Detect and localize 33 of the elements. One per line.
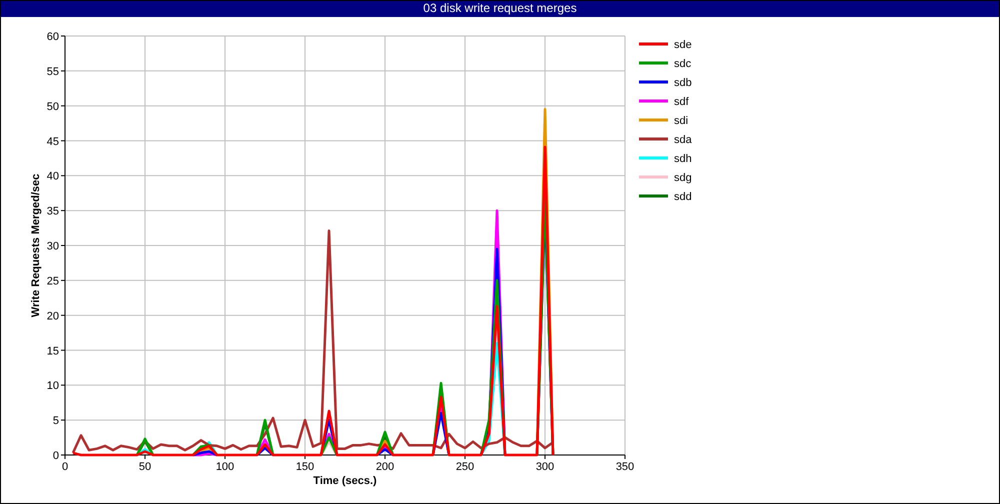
legend-label: sdg xyxy=(674,172,692,184)
axis-title: Time (secs.) xyxy=(313,475,377,487)
legend-label: sdd xyxy=(674,191,692,203)
tick-label: 40 xyxy=(46,170,59,183)
tick-label: 300 xyxy=(536,461,554,473)
tick-label: 60 xyxy=(46,31,59,43)
tick-label: 250 xyxy=(456,461,474,473)
tick-label: 350 xyxy=(616,461,634,473)
legend-label: sdh xyxy=(674,153,692,165)
legend-label: sdb xyxy=(674,77,692,89)
legend-label: sda xyxy=(674,134,692,146)
tick-label: 20 xyxy=(46,310,59,322)
legend-label: sdi xyxy=(674,115,688,127)
tick-label: 50 xyxy=(138,461,152,473)
tick-label: 0 xyxy=(62,461,68,473)
tick-label: 100 xyxy=(216,461,234,473)
legend-label: sdc xyxy=(674,58,692,70)
legend-label: sde xyxy=(674,39,692,51)
tick-label: 15 xyxy=(46,345,59,358)
tick-label: 35 xyxy=(46,206,59,218)
tick-label: 50 xyxy=(46,100,59,113)
tick-label: 25 xyxy=(46,275,59,288)
tick-label: 55 xyxy=(46,66,59,78)
tick-label: 10 xyxy=(46,380,59,392)
tick-label: 5 xyxy=(52,415,59,428)
axis-title: Write Requests Merged/sec xyxy=(30,174,42,318)
legend-label: sdf xyxy=(674,96,689,108)
window-title: 03 disk write request merges xyxy=(1,1,999,17)
tick-label: 200 xyxy=(376,461,394,473)
tick-label: 30 xyxy=(46,240,59,252)
tick-label: 45 xyxy=(46,136,59,148)
tick-label: 150 xyxy=(296,461,314,473)
tick-label: 0 xyxy=(52,450,59,462)
